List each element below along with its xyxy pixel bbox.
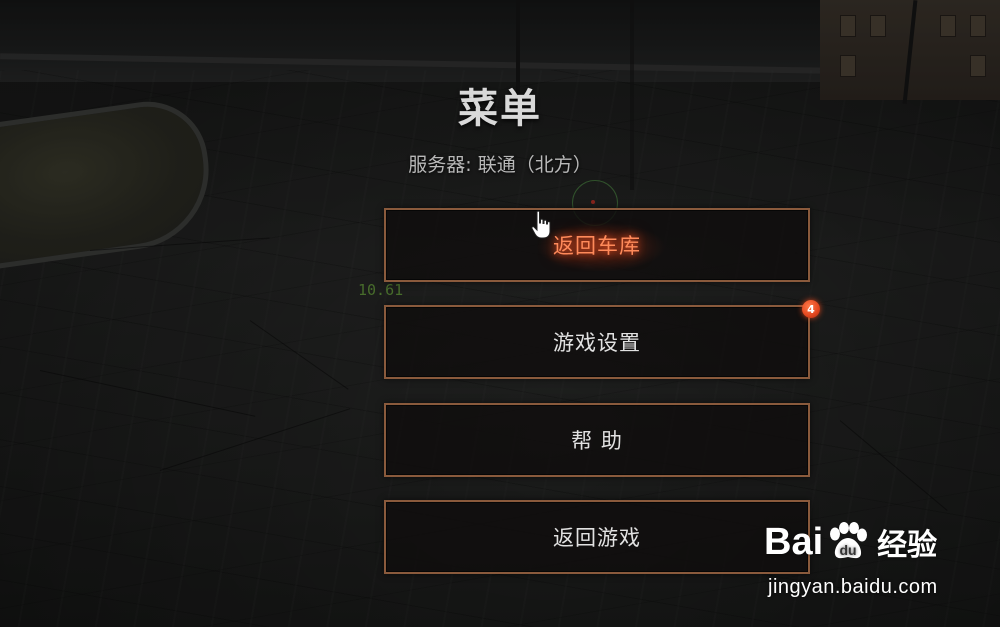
watermark-logo: Bai du 经验 <box>764 520 937 564</box>
return-garage-label: 返回车库 <box>553 234 641 258</box>
menu-title: 菜单 <box>458 86 542 132</box>
notification-badge: 4 <box>802 300 820 318</box>
watermark-logo-suffix: 经验 <box>877 529 938 562</box>
aim-dot-icon <box>591 200 595 204</box>
help-button[interactable]: 帮 助 <box>384 403 810 477</box>
watermark-url: jingyan.baidu.com <box>768 576 938 598</box>
baidu-jingyan-watermark: Bai du 经验 jingyan.baidu.com <box>764 520 994 610</box>
game-settings-button[interactable]: 游戏设置 <box>384 305 810 379</box>
svg-text:du: du <box>840 542 857 558</box>
watermark-logo-text: Bai <box>764 520 824 563</box>
return-game-button[interactable]: 返回游戏 <box>384 500 810 574</box>
game-scene: 10.61 菜单 服务器: 联通（北方） 返回车库 游戏设置 4 帮 助 返回游… <box>0 0 1000 627</box>
game-settings-label: 游戏设置 <box>553 331 641 355</box>
hud-timer: 10.61 <box>358 281 404 299</box>
return-game-label: 返回游戏 <box>553 526 641 550</box>
hand-pointer-icon <box>531 210 551 239</box>
server-info: 服务器: 联通（北方） <box>408 154 592 176</box>
baidu-paw-icon: du <box>830 522 868 559</box>
return-garage-button[interactable]: 返回车库 <box>384 208 810 282</box>
help-label: 帮 助 <box>571 429 623 453</box>
